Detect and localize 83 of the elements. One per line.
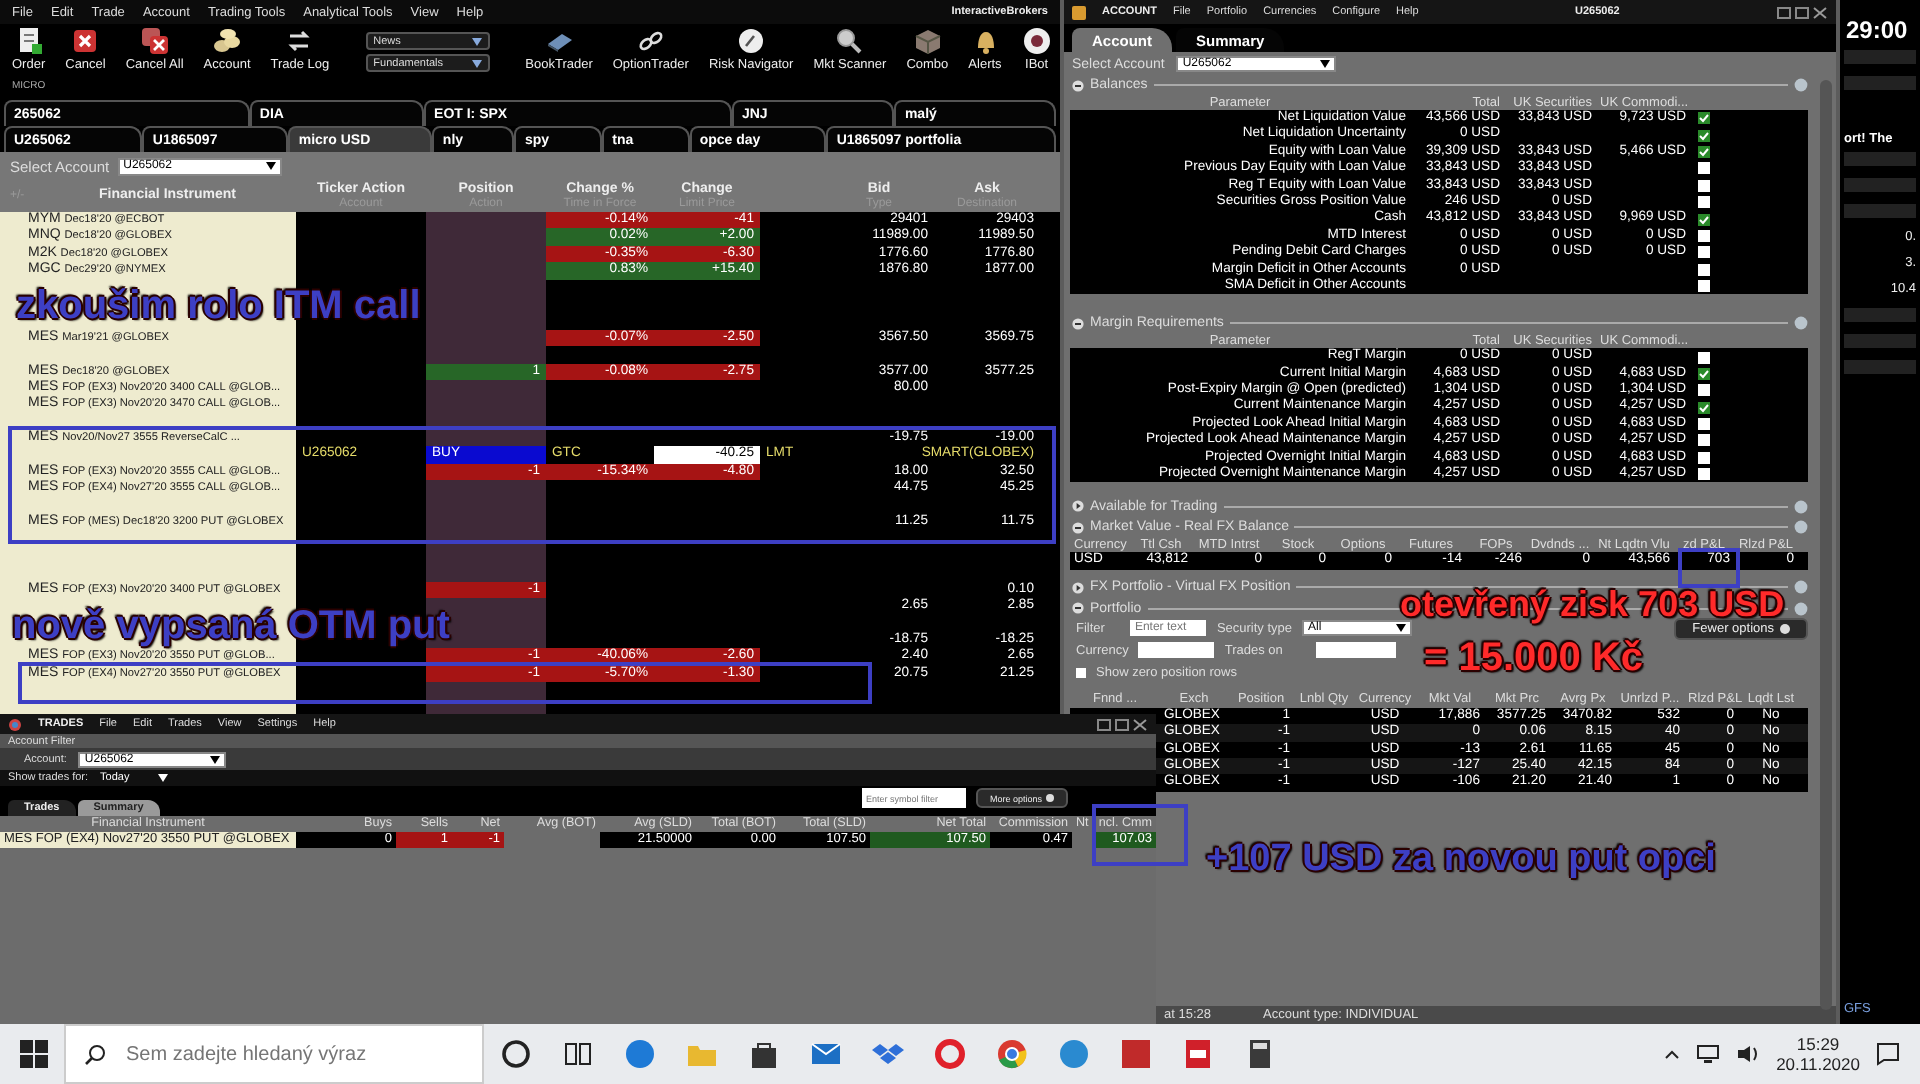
checkbox[interactable] — [1698, 468, 1710, 481]
clock-time[interactable]: 15:29 — [1796, 1034, 1840, 1054]
checkbox[interactable] — [1698, 434, 1710, 447]
box-icon — [912, 26, 943, 56]
checkbox[interactable] — [1698, 213, 1710, 226]
checkbox[interactable] — [1698, 280, 1710, 293]
trades-on-field[interactable] — [1316, 642, 1397, 659]
chevron-up-icon[interactable] — [1664, 1048, 1681, 1060]
list-row — [1844, 76, 1916, 90]
list-row — [1844, 334, 1916, 348]
clock-text: 29:00 — [1844, 14, 1910, 44]
list-row — [1844, 360, 1916, 374]
list-row — [1844, 152, 1916, 166]
collapse-icon[interactable] — [1072, 317, 1084, 330]
notification-icon[interactable] — [1876, 1042, 1900, 1066]
checkbox[interactable] — [1698, 162, 1710, 175]
task-view-icon[interactable] — [561, 1038, 593, 1070]
checkbox[interactable] — [1698, 351, 1710, 363]
mail-icon[interactable] — [809, 1038, 841, 1070]
app-logo-icon — [1072, 5, 1086, 19]
app-icon[interactable] — [1057, 1038, 1089, 1070]
list-row — [1844, 178, 1916, 192]
list-row — [1844, 50, 1916, 64]
chain-icon — [635, 26, 666, 56]
checkbox[interactable] — [1698, 179, 1710, 192]
browser-icon[interactable] — [623, 1038, 655, 1070]
caret-icon — [471, 59, 482, 67]
checkbox[interactable] — [1076, 667, 1086, 678]
search-icon — [834, 26, 865, 56]
checkbox[interactable] — [1698, 418, 1710, 431]
checkbox[interactable] — [1698, 384, 1710, 397]
app-icon[interactable] — [1119, 1038, 1151, 1070]
window-controls-icon[interactable] — [1776, 5, 1828, 19]
circle-icon[interactable] — [499, 1038, 531, 1070]
window-controls-icon[interactable] — [1096, 717, 1148, 731]
collapse-icon[interactable] — [1072, 79, 1084, 91]
cross-icon — [70, 26, 101, 56]
document-icon[interactable] — [1181, 1038, 1213, 1070]
box-icon[interactable] — [871, 1038, 903, 1070]
checkbox[interactable] — [1698, 145, 1710, 158]
checkbox[interactable] — [1698, 367, 1710, 380]
caret-icon — [210, 755, 221, 763]
search-field[interactable]: Sem zadejte hledaný výraz — [64, 1024, 484, 1084]
caret-icon — [1320, 60, 1331, 68]
speaker-icon[interactable] — [1736, 1044, 1761, 1064]
search-icon — [84, 1044, 106, 1066]
caret-icon — [157, 774, 168, 782]
toggle-icon — [1780, 623, 1790, 634]
network-icon[interactable] — [1696, 1044, 1721, 1064]
checkbox[interactable] — [1698, 112, 1710, 125]
checkbox[interactable] — [1698, 451, 1710, 464]
collapse-icon[interactable] — [1072, 602, 1084, 615]
annotation-text: +107 USD za novou put opci — [1206, 840, 1716, 878]
info-icon[interactable] — [1794, 78, 1808, 92]
clock-date[interactable]: 20.11.2020 — [1776, 1054, 1860, 1074]
arrows-icon — [284, 26, 315, 56]
caret-icon — [265, 162, 276, 170]
checkbox[interactable] — [1698, 263, 1710, 276]
checkbox[interactable] — [1698, 129, 1710, 142]
checkbox[interactable] — [1698, 246, 1710, 259]
bag-icon[interactable] — [747, 1038, 779, 1070]
toggle-icon — [1046, 794, 1054, 802]
highlight-frame — [1092, 804, 1188, 866]
expand-icon[interactable] — [1072, 500, 1084, 513]
expand-icon[interactable] — [1072, 581, 1084, 594]
windows-logo-icon[interactable] — [20, 1040, 48, 1068]
browser-icon[interactable] — [995, 1038, 1027, 1070]
checkbox[interactable] — [1698, 401, 1710, 414]
cross-icon — [139, 26, 170, 56]
scrollbar[interactable] — [1820, 80, 1832, 1010]
list-row — [1844, 204, 1916, 218]
collapse-icon[interactable] — [1072, 521, 1084, 534]
currency-field[interactable] — [1138, 642, 1215, 659]
app-logo-icon — [8, 717, 22, 731]
list-row — [1844, 308, 1916, 322]
highlight-frame — [1678, 548, 1740, 588]
annotation-text: = 15.000 Kč — [1424, 640, 1644, 678]
info-icon[interactable] — [1794, 316, 1808, 331]
checkbox[interactable] — [1698, 229, 1710, 242]
caret-icon — [471, 37, 482, 45]
coins-icon — [212, 26, 243, 56]
caret-icon — [1396, 624, 1407, 633]
checkbox[interactable] — [1698, 196, 1710, 209]
